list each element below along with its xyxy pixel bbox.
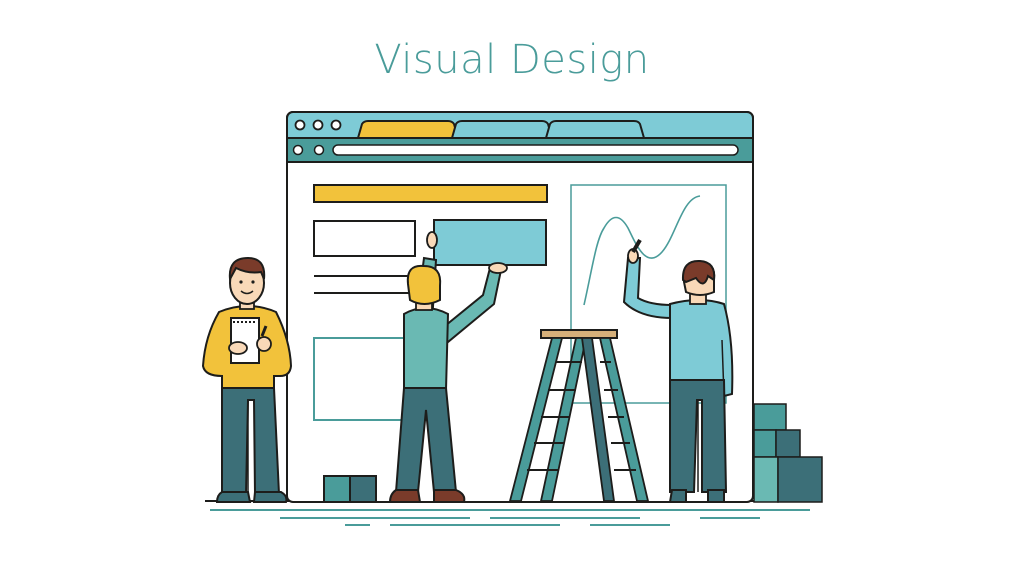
visual-design-illustration: Visual Design (0, 0, 1024, 576)
browser-tab-active (356, 120, 460, 139)
person-with-notepad (201, 256, 293, 503)
content-panel-carried (433, 219, 547, 266)
window-dot-icon (312, 119, 324, 131)
window-dot-icon (294, 119, 306, 131)
browser-tab (450, 120, 554, 139)
notepad-icon (230, 317, 260, 364)
heading-block (313, 184, 548, 203)
nav-dot-icon (292, 144, 304, 156)
stacked-boxes-icon (753, 403, 823, 503)
browser-tab (544, 120, 646, 139)
address-bar (332, 144, 739, 156)
scene-svg (201, 111, 823, 526)
window-dot-icon (330, 119, 342, 131)
stacked-boxes-icon (323, 475, 377, 503)
input-block (313, 220, 416, 257)
ground-lines (205, 500, 820, 526)
nav-dot-icon (313, 144, 325, 156)
